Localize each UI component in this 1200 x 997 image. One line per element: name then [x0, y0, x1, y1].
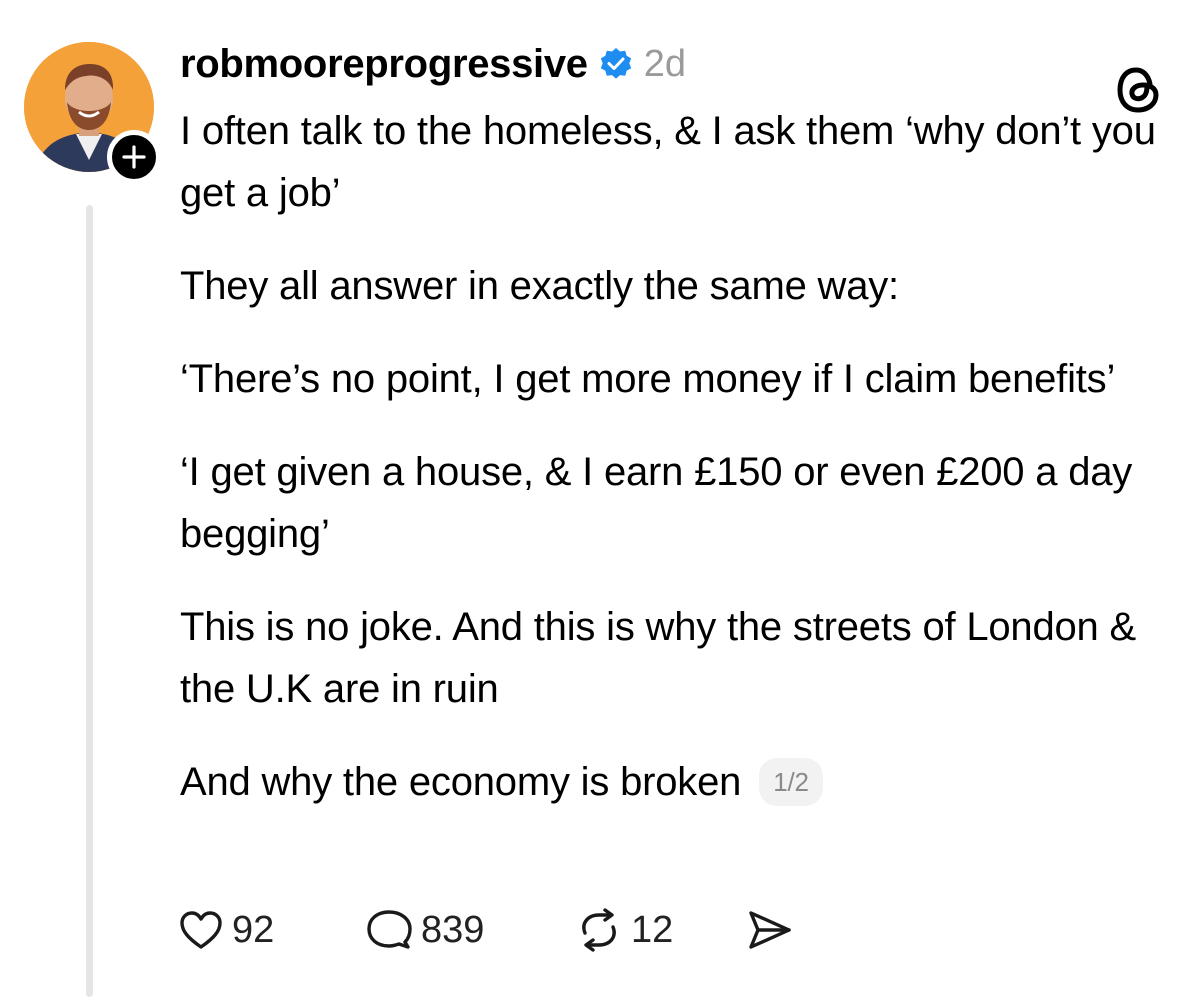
- post-timestamp: 2d: [643, 42, 687, 85]
- post-paragraph: This is no joke. And this is why the str…: [180, 605, 1136, 711]
- post-paragraph: They all answer in exactly the same way:: [180, 264, 899, 308]
- paper-plane-icon: [749, 911, 791, 949]
- share-button[interactable]: [745, 907, 795, 953]
- post-paragraph: ‘I get given a house, & I earn £150 or e…: [180, 450, 1133, 556]
- post-paragraph: ‘There’s no point, I get more money if I…: [180, 357, 1116, 401]
- like-button[interactable]: 92: [178, 907, 365, 953]
- reply-button[interactable]: 839: [365, 907, 575, 953]
- verified-badge-icon: [600, 48, 631, 79]
- username[interactable]: robmooreprogressive: [180, 42, 588, 87]
- post-header: robmooreprogressive 2d: [180, 36, 686, 92]
- post-paragraph-text: And why the economy is broken: [180, 760, 742, 804]
- follow-button[interactable]: [107, 130, 161, 184]
- repost-count: 12: [631, 908, 674, 951]
- thread-line: [86, 205, 93, 997]
- repost-button[interactable]: 12: [575, 907, 745, 953]
- heart-icon: [180, 911, 222, 949]
- post-body: I often talk to the homeless, & I ask th…: [180, 100, 1180, 813]
- thread-page-indicator: 1/2: [759, 758, 823, 806]
- plus-icon: [122, 145, 146, 169]
- reply-count: 839: [421, 908, 485, 951]
- like-count: 92: [232, 908, 275, 951]
- speech-bubble-icon: [367, 910, 412, 949]
- post-paragraph-last: And why the economy is broken 1/2: [180, 751, 1180, 813]
- post-paragraph: I often talk to the homeless, & I ask th…: [180, 109, 1156, 215]
- repost-arrows-icon: [582, 908, 616, 952]
- action-bar: 92 839 12: [178, 900, 795, 960]
